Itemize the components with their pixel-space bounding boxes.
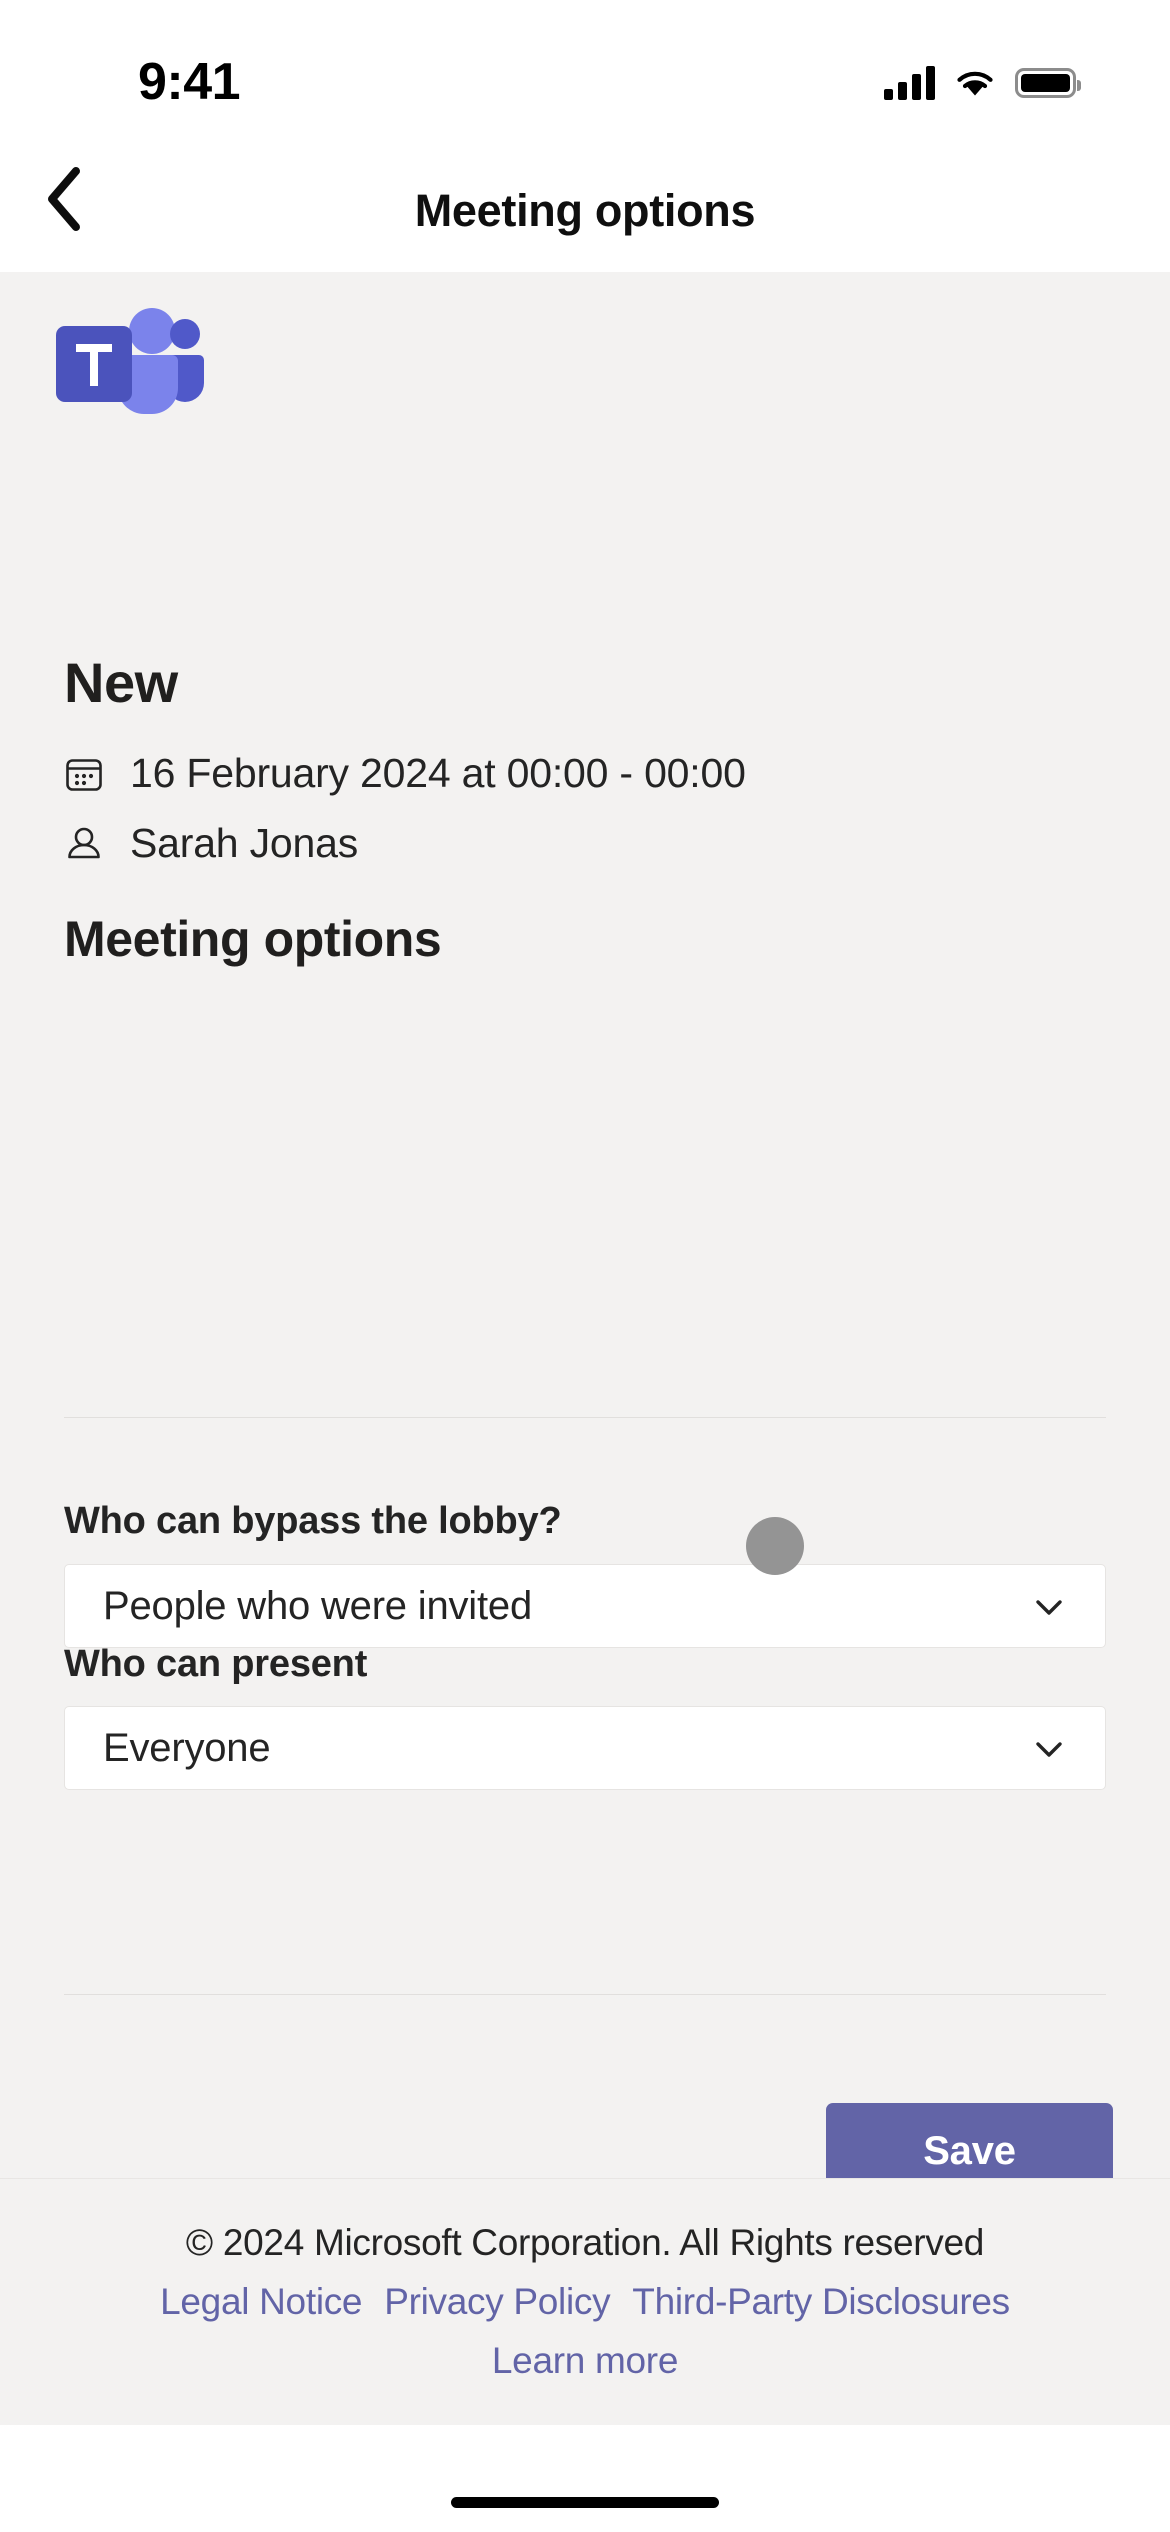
section-divider-top (64, 1417, 1106, 1418)
lobby-field-label: Who can bypass the lobby? (64, 1500, 562, 1542)
meeting-organizer: Sarah Jonas (130, 820, 359, 866)
main-content: New 16 February 2024 at 00:00 - 00:00 Sa… (0, 272, 1170, 2200)
calendar-icon (64, 754, 104, 794)
lobby-dropdown-value: People who were invited (103, 1583, 532, 1628)
section-divider-bottom (64, 1994, 1106, 1995)
person-icon (64, 824, 104, 864)
chevron-down-icon (1027, 1726, 1071, 1770)
battery-full-icon (1015, 68, 1081, 98)
legal-notice-link[interactable]: Legal Notice (160, 2279, 362, 2325)
privacy-policy-link[interactable]: Privacy Policy (384, 2279, 610, 2325)
present-field-label: Who can present (64, 1643, 368, 1685)
chevron-down-icon (1027, 1584, 1071, 1628)
home-indicator[interactable] (451, 2497, 719, 2508)
wifi-icon (957, 71, 993, 96)
status-bar-icons (884, 66, 1081, 100)
lobby-dropdown[interactable]: People who were invited (64, 1564, 1106, 1648)
options-section-title: Meeting options (64, 911, 442, 967)
touch-indicator (746, 1517, 804, 1575)
status-bar: 9:41 (0, 0, 1170, 150)
back-button[interactable] (22, 156, 108, 242)
learn-more-link[interactable]: Learn more (492, 2338, 679, 2384)
page-title: Meeting options (414, 185, 756, 236)
microsoft-teams-logo (56, 308, 204, 414)
copyright-text: © 2024 Microsoft Corporation. All Rights… (185, 2222, 985, 2263)
meeting-name: New (64, 651, 178, 714)
status-bar-time: 9:41 (138, 53, 241, 111)
learn-more-row: Learn more (0, 2338, 1170, 2384)
phone-screen: 9:41 Meeting options New 16 February 202… (0, 0, 1170, 2532)
present-dropdown-value: Everyone (103, 1725, 271, 1770)
present-dropdown[interactable]: Everyone (64, 1706, 1106, 1790)
back-chevron-icon (48, 167, 80, 231)
footer-links: Legal Notice Privacy Policy Third-Party … (0, 2279, 1170, 2325)
footer: © 2024 Microsoft Corporation. All Rights… (0, 2178, 1170, 2425)
meeting-datetime: 16 February 2024 at 00:00 - 00:00 (130, 750, 746, 796)
meeting-organizer-row: Sarah Jonas (64, 820, 358, 867)
meeting-datetime-row: 16 February 2024 at 00:00 - 00:00 (64, 750, 746, 797)
cellular-signal-icon (884, 66, 935, 100)
third-party-disclosures-link[interactable]: Third-Party Disclosures (632, 2279, 1010, 2325)
nav-header: Meeting options (0, 150, 1170, 272)
